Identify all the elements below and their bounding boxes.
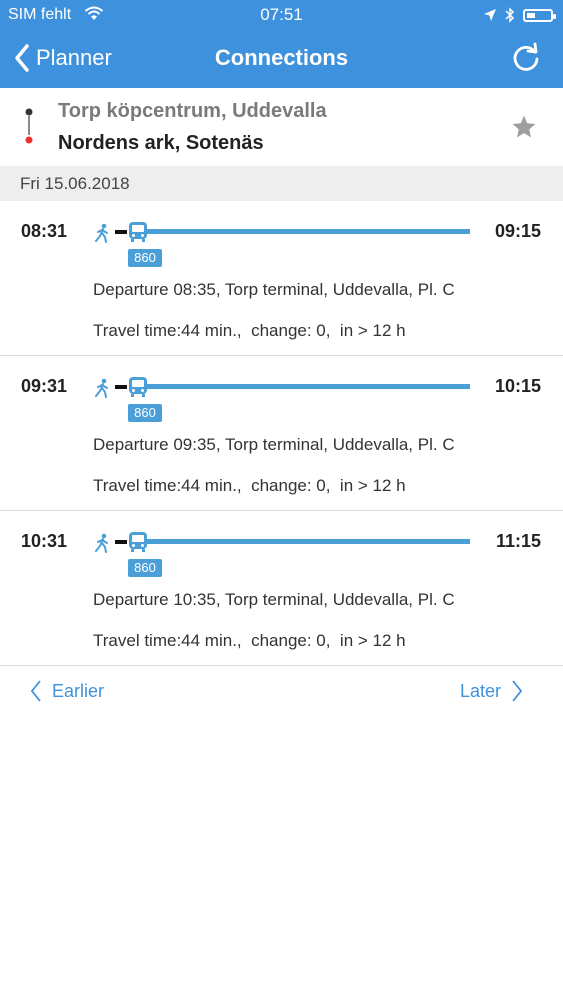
favorite-star-icon[interactable] xyxy=(511,114,537,140)
status-bar: SIM fehlt 07:51 xyxy=(0,0,563,30)
departure-time: 10:31 xyxy=(21,531,68,551)
departure-info: Departure 08:35, Torp terminal, Uddevall… xyxy=(93,280,455,299)
walk-segment xyxy=(115,540,127,544)
header: SIM fehlt 07:51 Planner Connections xyxy=(0,0,563,88)
refresh-icon[interactable] xyxy=(511,42,541,72)
page-title: Connections xyxy=(214,45,349,70)
arrival-time: 11:15 xyxy=(495,531,541,551)
earlier-button[interactable]: Earlier xyxy=(30,679,104,703)
bus-icon xyxy=(129,377,147,397)
departure-time: 08:31 xyxy=(21,221,68,241)
line-badge: 860 xyxy=(128,559,162,577)
clock: 07:51 xyxy=(260,5,303,24)
chevron-right-icon xyxy=(512,680,523,702)
bus-segment xyxy=(146,229,470,234)
date-header: Fri 15.06.2018 xyxy=(0,166,563,201)
departure-info: Departure 09:35, Torp terminal, Uddevall… xyxy=(93,435,455,454)
travel-info: Travel time:44 min., change: 0, in > 12 … xyxy=(93,631,406,650)
status-right xyxy=(483,5,556,25)
walk-segment xyxy=(115,230,127,234)
destination-stop: Nordens ark, Sotenäs xyxy=(58,132,264,154)
travel-info: Travel time:44 min., change: 0, in > 12 … xyxy=(93,321,406,340)
pagination: Earlier Later xyxy=(0,665,563,715)
later-button[interactable]: Later xyxy=(460,679,523,703)
walk-icon xyxy=(95,378,108,398)
line-badge: 860 xyxy=(128,249,162,267)
connection-row[interactable]: 10:31 860 11:15 Departure 10:35, Torp te… xyxy=(0,511,563,666)
bus-segment xyxy=(146,384,470,389)
arrival-time: 10:15 xyxy=(494,376,541,396)
bus-icon xyxy=(129,532,147,552)
chevron-left-icon xyxy=(30,680,41,702)
bluetooth-icon xyxy=(505,7,515,23)
location-arrow-icon xyxy=(484,9,496,21)
departure-time: 09:31 xyxy=(21,376,68,396)
route-line-icon xyxy=(25,108,33,144)
bus-segment xyxy=(146,539,470,544)
earlier-label: Earlier xyxy=(52,680,105,701)
later-label: Later xyxy=(459,680,501,701)
departure-info: Departure 10:35, Torp terminal, Uddevall… xyxy=(93,590,455,609)
origin-stop: Torp köpcentrum, Uddevalla xyxy=(58,100,327,122)
walk-icon xyxy=(95,223,108,243)
travel-info: Travel time:44 min., change: 0, in > 12 … xyxy=(93,476,406,495)
connection-row[interactable]: 09:31 860 10:15 Departure 09:35, Torp te… xyxy=(0,356,563,511)
walk-icon xyxy=(95,533,108,553)
connection-row[interactable]: 08:31 860 09:15 Departure 08:35, Torp te… xyxy=(0,201,563,356)
walk-segment xyxy=(115,385,127,389)
battery-icon xyxy=(523,8,556,22)
date-label: Fri 15.06.2018 xyxy=(20,174,130,193)
line-badge: 860 xyxy=(128,404,162,422)
arrival-time: 09:15 xyxy=(494,221,541,241)
bus-icon xyxy=(129,222,147,242)
